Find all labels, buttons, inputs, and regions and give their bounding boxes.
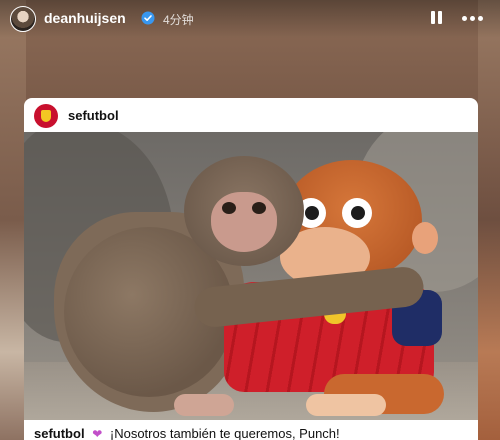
shared-post-card[interactable]: sefutbol sefutbol ❤ ¡Nosotros también te…: [24, 98, 478, 440]
monkey-eye-right: [252, 202, 266, 214]
plush-ear: [412, 222, 438, 254]
verified-badge-icon: [141, 11, 155, 25]
monkey-foot: [174, 394, 234, 416]
sefutbol-avatar[interactable]: [34, 104, 58, 128]
background-blur-right: [478, 0, 500, 440]
story-header: deanhuijsen 4分钟: [0, 0, 500, 38]
story-avatar[interactable]: [10, 6, 36, 32]
story-username[interactable]: deanhuijsen: [44, 10, 126, 26]
caption-username[interactable]: sefutbol: [34, 426, 85, 440]
background-blur-left: [0, 0, 26, 440]
story-timestamp: 4分钟: [163, 13, 194, 27]
caption-text: ¡Nosotros también te queremos, Punch!: [109, 426, 340, 440]
post-image[interactable]: [24, 132, 478, 420]
purple-heart-icon: ❤: [92, 427, 103, 440]
post-caption: sefutbol ❤ ¡Nosotros también te queremos…: [34, 426, 340, 440]
plush-foot: [306, 394, 386, 416]
more-options-icon[interactable]: [460, 9, 486, 27]
monkey-face: [211, 192, 277, 252]
post-username[interactable]: sefutbol: [68, 108, 119, 123]
monkey-eye-left: [222, 202, 236, 214]
post-header: sefutbol: [24, 98, 478, 132]
plush-eye-right: [342, 198, 372, 228]
pause-icon[interactable]: [428, 9, 446, 27]
